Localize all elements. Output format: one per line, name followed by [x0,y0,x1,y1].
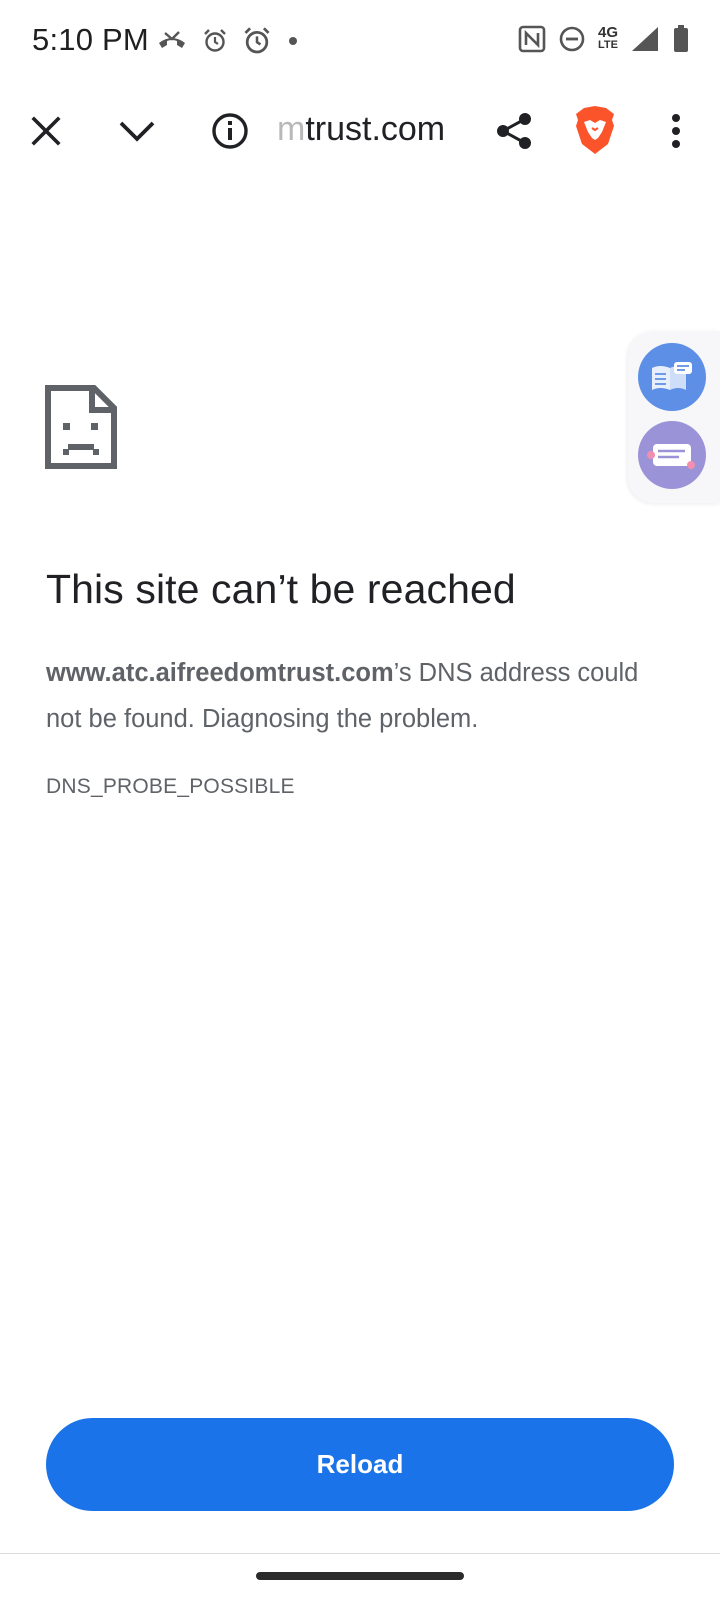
status-icons-right: 4G LTE [518,24,690,54]
url-faded-text: m [277,110,306,148]
info-icon [212,113,248,149]
status-time: 5:10 PM [32,22,149,57]
notification-dot-icon [286,34,300,48]
reader-mode-icon [652,362,692,390]
error-message-part1: ’s DNS address could [393,659,639,687]
close-icon [31,116,61,146]
share-icon [497,113,531,149]
chevron-down-icon [119,121,155,142]
bottom-divider [0,1553,720,1554]
error-title: This site can’t be reached [46,566,516,612]
browser-toolbar: mtrust.com [0,84,720,178]
summarize-icon [647,444,695,469]
status-icons-left [156,26,300,56]
status-bar: 5:10 PM 4G LTE [0,0,720,84]
error-message-part2: not be found. Diagnosing the problem. [46,705,479,733]
error-code[interactable]: DNS_PROBE_POSSIBLE [46,775,295,799]
more-vert-icon [672,114,680,148]
url-bar[interactable]: mtrust.com [277,110,445,149]
gesture-home-indicator[interactable] [256,1572,464,1580]
do-not-disturb-icon [558,25,586,53]
reader-mode-button[interactable] [638,343,706,411]
missed-call-icon [156,29,188,53]
browser-screen: 5:10 PM 4G LTE mtrust.com This site can’… [0,0,720,1600]
more-options-button[interactable] [648,103,704,159]
reload-button[interactable]: Reload [46,1418,674,1511]
battery-icon [672,24,690,54]
minimize-button[interactable] [109,103,165,159]
nfc-icon [518,25,546,53]
alarm-icon [242,26,272,56]
close-tab-button[interactable] [18,103,74,159]
sad-page-icon [45,385,117,469]
brave-shield-icon [576,106,614,154]
url-text: trust.com [305,110,446,148]
network-4g-lte-icon: 4G LTE [598,25,618,52]
network-sub-label: LTE [598,39,618,51]
brave-shields-button[interactable] [565,100,625,160]
summarize-button[interactable] [638,421,706,489]
signal-icon [630,25,660,53]
floating-tools-panel [628,331,720,503]
error-description: www.atc.aifreedomtrust.com’s DNS address… [46,650,686,742]
alarm-icon [202,28,228,54]
share-button[interactable] [486,103,542,159]
page-info-button[interactable] [202,103,258,159]
error-domain: www.atc.aifreedomtrust.com [46,659,394,687]
